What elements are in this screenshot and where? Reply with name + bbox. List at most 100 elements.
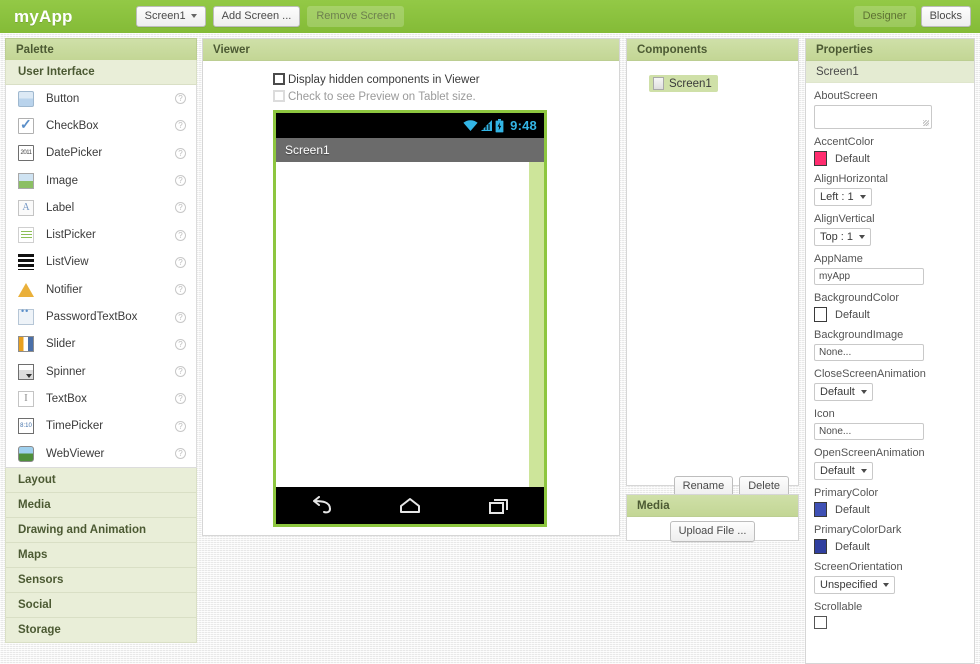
property-dropdown[interactable]: Left : 1 [814,188,872,206]
palette-item-image[interactable]: Image? [6,167,196,194]
upload-file-button[interactable]: Upload File ... [669,521,756,542]
color-swatch-icon [814,151,827,166]
components-body: Screen1 Rename Delete [627,61,798,507]
blocks-tab-button[interactable]: Blocks [920,6,971,27]
property-row-primarycolordark: PrimaryColorDark Default [814,524,966,554]
palette-item-label[interactable]: A Label? [6,194,196,221]
palette-category-sensors[interactable]: Sensors [5,568,197,594]
components-panel: Components Screen1 Rename Delete [626,38,799,497]
property-dropdown[interactable]: Default [814,462,873,480]
help-icon[interactable]: ? [175,284,186,296]
help-icon[interactable]: ? [175,420,186,432]
checkbox-icon [18,116,34,134]
help-icon[interactable]: ? [175,448,186,459]
property-row-alignvertical: AlignVertical Top : 1 [814,213,966,246]
tablet-preview-row[interactable]: Check to see Preview on Tablet size. [273,90,619,104]
palette-item-webviewer[interactable]: WebViewer? [6,440,196,467]
palette-category-media[interactable]: Media [5,493,197,519]
property-text-input[interactable]: None... [814,344,924,361]
property-label: AppName [814,253,863,265]
label-icon: A [18,199,34,216]
property-color-picker[interactable]: Default [814,307,966,322]
palette-item-textbox[interactable]: I TextBox? [6,385,196,412]
palette-item-passwordtextbox[interactable]: PasswordTextBox? [6,303,196,330]
palette-item-button[interactable]: Button? [6,85,196,112]
palette-item-label: TextBox [46,392,87,405]
tablet-preview-label: Check to see Preview on Tablet size. [288,91,476,103]
help-icon[interactable]: ? [175,229,186,241]
palette-item-listpicker[interactable]: ListPicker? [6,221,196,248]
component-tree: Screen1 [627,75,798,93]
palette-category-social[interactable]: Social [5,593,197,619]
property-dropdown[interactable]: Unspecified [814,576,896,594]
palette-category-layout[interactable]: Layout [5,468,197,494]
designer-tab-button[interactable]: Designer [853,6,916,27]
property-row-backgroundimage: BackgroundImage None... [814,329,966,361]
button-icon [18,90,34,107]
help-icon[interactable]: ? [175,338,186,350]
phone-form-canvas[interactable] [276,162,544,487]
property-dropdown[interactable]: Default [814,383,873,401]
remove-screen-button[interactable]: Remove Screen [307,6,405,27]
help-icon[interactable]: ? [175,202,186,214]
property-color-picker[interactable]: Default [814,151,966,166]
battery-icon [495,118,504,132]
viewer-panel: Viewer Display hidden components in View… [202,38,620,536]
notifier-icon [18,282,34,297]
palette-item-slider[interactable]: Slider? [6,331,196,358]
wifi-icon [463,120,478,131]
help-icon[interactable]: ? [175,93,186,105]
mode-switcher: Designer Blocks [853,6,971,27]
palette-item-label: Label [46,201,75,214]
property-dropdown[interactable]: Top : 1 [814,228,872,246]
palette-item-label: Image [46,174,78,187]
help-icon[interactable]: ? [175,393,186,405]
display-hidden-components-row[interactable]: Display hidden components in Viewer [273,73,619,87]
help-icon[interactable]: ? [175,311,186,323]
help-icon[interactable]: ? [175,175,186,187]
tablet-preview-checkbox[interactable] [273,90,285,102]
phone-preview[interactable]: 9:48 Screen1 [273,110,547,527]
palette-category-list: Layout Media Drawing and Animation Maps Sens… [5,468,197,644]
property-checkbox[interactable] [814,616,827,629]
help-icon[interactable]: ? [175,120,186,132]
screen-selector-button[interactable]: Screen1 [135,6,206,27]
property-text-input[interactable]: None... [814,423,924,440]
property-dropdown-value: Top : 1 [820,231,854,243]
palette-category-maps[interactable]: Maps [5,543,197,569]
help-icon[interactable]: ? [175,147,186,159]
property-label: OpenScreenAnimation [814,447,925,459]
property-label: CloseScreenAnimation [814,368,926,380]
palette-item-label: DatePicker [46,147,103,160]
property-color-picker[interactable]: Default [814,539,966,554]
property-text-input[interactable]: myApp [814,268,924,285]
help-icon[interactable]: ? [175,366,186,378]
palette-panel: Palette User Interface Button?CheckBox?2… [5,38,197,664]
property-label: Icon [814,408,835,420]
phone-form-area[interactable] [276,162,529,487]
palette-item-list: Button?CheckBox?2011DatePicker?Image?ALa… [5,85,197,469]
property-color-picker[interactable]: Default [814,502,966,517]
palette-item-notifier[interactable]: Notifier? [6,276,196,303]
properties-title: Properties [806,39,974,61]
palette-item-listview[interactable]: ListView? [6,249,196,276]
palette-item-spinner[interactable]: Spinner? [6,358,196,385]
palette-item-checkbox[interactable]: CheckBox? [6,112,196,139]
palette-category-user-interface[interactable]: User Interface [5,60,197,85]
textbox-icon: I [18,390,34,407]
palette-category-storage[interactable]: Storage [5,618,197,644]
image-icon [18,172,34,189]
app-title: myApp [14,6,73,26]
property-dropdown-value: Default [820,386,855,398]
property-label: AccentColor [814,136,874,148]
palette-item-timepicker[interactable]: 8:10 TimePicker? [6,413,196,440]
help-icon[interactable]: ? [175,256,186,268]
property-textarea[interactable] [814,105,932,129]
property-row-alignhorizontal: AlignHorizontal Left : 1 [814,173,966,206]
component-tree-item-screen1[interactable]: Screen1 [649,75,718,92]
chevron-down-icon [859,235,866,239]
add-screen-button[interactable]: Add Screen ... [212,6,301,27]
display-hidden-components-checkbox[interactable] [273,73,285,85]
palette-category-drawing-and-animation[interactable]: Drawing and Animation [5,518,197,544]
palette-item-datepicker[interactable]: 2011 DatePicker? [6,140,196,167]
